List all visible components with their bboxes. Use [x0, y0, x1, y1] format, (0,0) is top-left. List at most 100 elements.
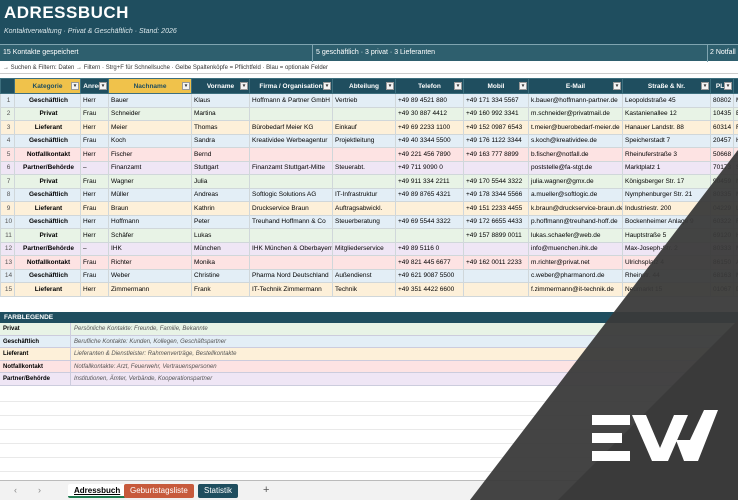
cell-plz[interactable]: 86150: [710, 255, 734, 270]
filter-dropdown-icon[interactable]: ▾: [701, 82, 709, 90]
cell-str[interactable]: Kastanienallee 12: [622, 106, 711, 121]
cell-firma[interactable]: [249, 147, 333, 162]
cell-kat[interactable]: Geschäftlich: [14, 133, 81, 148]
cell-vn[interactable]: Monika: [191, 255, 250, 270]
cell-anr[interactable]: Frau: [80, 268, 109, 283]
column-header[interactable]: E-Mail ▾: [528, 78, 623, 94]
cell-plz[interactable]: 60314: [710, 120, 734, 135]
table-row[interactable]: 6 Partner/Behörde – Finanzamt Stuttgart Finan…: [0, 160, 738, 175]
filter-dropdown-icon[interactable]: ▾: [724, 82, 732, 90]
table-row[interactable]: 7 Privat Frau Wagner Julia +49 911 334 2211 +4…: [0, 174, 738, 189]
cell-vn[interactable]: Julia: [191, 174, 250, 189]
cell-tel[interactable]: +49 69 5544 3322: [395, 214, 464, 229]
cell-firma[interactable]: Softlogic Solutions AG: [249, 187, 333, 202]
filter-dropdown-icon[interactable]: ▾: [182, 82, 190, 90]
cell-ort[interactable]: München: [733, 187, 738, 202]
cell-ort[interactable]: Augsburg: [733, 255, 738, 270]
cell-str[interactable]: Marktplatz 1: [622, 160, 711, 175]
table-row[interactable]: 12 Partner/Behörde – IHK München IHK München …: [0, 241, 738, 256]
cell-tel[interactable]: [395, 201, 464, 216]
cell-mail[interactable]: julia.wagner@gmx.de: [528, 174, 623, 189]
cell-abt[interactable]: Projektleitung: [332, 133, 396, 148]
cell-mail[interactable]: c.weber@pharmanord.de: [528, 268, 623, 283]
cell-abt[interactable]: Auftragsabwickl.: [332, 201, 396, 216]
cell-tel[interactable]: +49 89 8765 4321: [395, 187, 464, 202]
cell-str[interactable]: Bockenheimer Anlage 9: [622, 214, 711, 229]
next-sheet-icon[interactable]: ›: [38, 485, 41, 495]
cell-tel[interactable]: +49 89 5116 0: [395, 241, 464, 256]
column-header[interactable]: Nachname ▾: [108, 78, 192, 94]
cell-anr[interactable]: Frau: [80, 201, 109, 216]
cell-abt[interactable]: Außendienst: [332, 268, 396, 283]
cell-n[interactable]: 11: [0, 228, 15, 243]
table-row[interactable]: 11 Privat Herr Schäfer Lukas +49 157 8899 001…: [0, 228, 738, 243]
cell-anr[interactable]: Herr: [80, 214, 109, 229]
cell-abt[interactable]: [332, 106, 396, 121]
cell-nn[interactable]: Hoffmann: [108, 214, 192, 229]
cell-vn[interactable]: Thomas: [191, 120, 250, 135]
column-header[interactable]: Kategorie ▾: [14, 78, 81, 94]
cell-mail[interactable]: k.braun@druckservice-braun.de: [528, 201, 623, 216]
cell-abt[interactable]: [332, 228, 396, 243]
cell-ort[interactable]: Dresden: [733, 282, 738, 297]
filter-dropdown-icon[interactable]: ▾: [240, 82, 248, 90]
cell-tel[interactable]: [395, 228, 464, 243]
table-row[interactable]: 14 Geschäftlich Frau Weber Christine Pharma N…: [0, 268, 738, 283]
cell-str[interactable]: Hanauer Landstr. 88: [622, 120, 711, 135]
cell-firma[interactable]: IHK München & Oberbayern: [249, 241, 333, 256]
cell-plz[interactable]: 10435: [710, 106, 734, 121]
cell-mob[interactable]: +49 151 2233 4455: [463, 201, 529, 216]
cell-vn[interactable]: Frank: [191, 282, 250, 297]
cell-tel[interactable]: +49 621 9087 5500: [395, 268, 464, 283]
prev-sheet-icon[interactable]: ‹: [14, 485, 17, 495]
cell-nn[interactable]: Bauer: [108, 93, 192, 108]
cell-plz[interactable]: 20457: [710, 133, 734, 148]
cell-str[interactable]: Speicherstadt 7: [622, 133, 711, 148]
cell-nn[interactable]: Weber: [108, 268, 192, 283]
cell-firma[interactable]: Druckservice Braun: [249, 201, 333, 216]
cell-n[interactable]: 8: [0, 187, 15, 202]
cell-mail[interactable]: a.mueller@softlogic.de: [528, 187, 623, 202]
cell-str[interactable]: Ulrichsplatz 4: [622, 255, 711, 270]
table-row[interactable]: 5 Notfallkontakt Herr Fischer Bernd +49 221 4…: [0, 147, 738, 162]
cell-mail[interactable]: m.schneider@privatmail.de: [528, 106, 623, 121]
cell-firma[interactable]: [249, 228, 333, 243]
cell-mail[interactable]: s.koch@kreatividee.de: [528, 133, 623, 148]
cell-kat[interactable]: Lieferant: [14, 282, 81, 297]
cell-abt[interactable]: IT-Infrastruktur: [332, 187, 396, 202]
cell-firma[interactable]: Bürobedarf Meier KG: [249, 120, 333, 135]
cell-firma[interactable]: Treuhand Hoffmann & Co: [249, 214, 333, 229]
cell-firma[interactable]: Kreatividee Werbeagentur: [249, 133, 333, 148]
cell-plz[interactable]: 69120: [710, 228, 734, 243]
cell-n[interactable]: 15: [0, 282, 15, 297]
cell-plz[interactable]: 70173: [710, 160, 734, 175]
table-row[interactable]: 2 Privat Frau Schneider Martina +49 30 887 44…: [0, 106, 738, 121]
cell-mail[interactable]: k.bauer@hoffmann-partner.de: [528, 93, 623, 108]
cell-vn[interactable]: Kathrin: [191, 201, 250, 216]
cell-vn[interactable]: Peter: [191, 214, 250, 229]
cell-mail[interactable]: poststelle@fa-stgt.de: [528, 160, 623, 175]
cell-kat[interactable]: Lieferant: [14, 201, 81, 216]
cell-abt[interactable]: Einkauf: [332, 120, 396, 135]
filter-dropdown-icon[interactable]: ▾: [71, 82, 79, 90]
cell-tel[interactable]: +49 40 3344 5500: [395, 133, 464, 148]
cell-tel[interactable]: +49 30 887 4412: [395, 106, 464, 121]
cell-plz[interactable]: 01067: [710, 282, 734, 297]
table-row[interactable]: 15 Lieferant Herr Zimmermann Frank IT-Technik…: [0, 282, 738, 297]
cell-firma[interactable]: [249, 255, 333, 270]
cell-str[interactable]: Rheinuferstraße 3: [622, 147, 711, 162]
filter-dropdown-icon[interactable]: ▾: [613, 82, 621, 90]
cell-plz[interactable]: 50668: [710, 147, 734, 162]
cell-ort[interactable]: Leipzig: [733, 201, 738, 216]
cell-firma[interactable]: Hoffmann & Partner GmbH: [249, 93, 333, 108]
cell-plz[interactable]: 90459: [710, 174, 734, 189]
cell-str[interactable]: Königsberger Str. 17: [622, 174, 711, 189]
cell-n[interactable]: 12: [0, 241, 15, 256]
cell-anr[interactable]: Frau: [80, 255, 109, 270]
column-header[interactable]: Straße & Nr. ▾: [622, 78, 711, 94]
cell-tel[interactable]: +49 221 456 7890: [395, 147, 464, 162]
cell-vn[interactable]: Christine: [191, 268, 250, 283]
table-row[interactable]: 8 Geschäftlich Herr Müller Andreas Softlogic …: [0, 187, 738, 202]
cell-nn[interactable]: Finanzamt: [108, 160, 192, 175]
cell-kat[interactable]: Lieferant: [14, 120, 81, 135]
